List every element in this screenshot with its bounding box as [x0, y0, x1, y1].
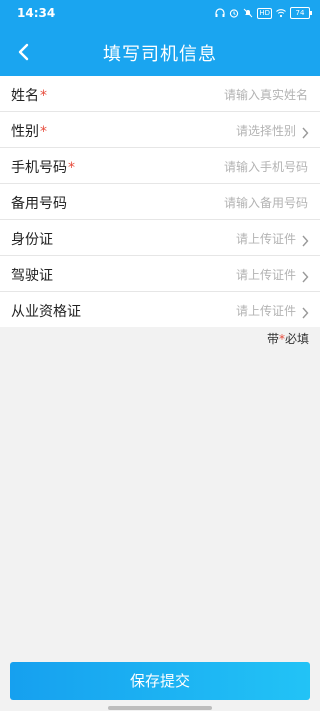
driver-license-upload[interactable]: 请上传证件 [236, 266, 296, 283]
field-label: 身份证 [11, 229, 53, 249]
chevron-right-icon [301, 268, 309, 283]
wifi-icon [276, 8, 286, 18]
label-text: 姓名 [11, 88, 39, 104]
label-text: 身份证 [11, 232, 53, 248]
alarm-icon [229, 8, 239, 18]
form-row-driver-license[interactable]: 驾驶证 请上传证件 [0, 256, 320, 292]
field-label: 驾驶证 [11, 265, 53, 285]
field-label: 备用号码 [11, 193, 67, 213]
field-label: 从业资格证 [11, 301, 81, 321]
form-row-phone[interactable]: 手机号码* 请输入手机号码 [0, 148, 320, 184]
save-submit-button[interactable]: 保存提交 [10, 662, 310, 700]
backup-phone-input[interactable]: 请输入备用号码 [224, 194, 308, 211]
id-card-upload[interactable]: 请上传证件 [236, 230, 296, 247]
note-prefix: 带 [266, 332, 279, 346]
required-mark: * [68, 160, 75, 176]
qualification-upload[interactable]: 请上传证件 [236, 302, 296, 319]
required-mark: * [40, 124, 47, 140]
battery-indicator: 74 [290, 7, 312, 19]
mute-icon [243, 8, 253, 18]
form-row-name[interactable]: 姓名* 请输入真实姓名 [0, 76, 320, 112]
status-time: 14:34 [17, 6, 56, 20]
required-mark: * [40, 88, 47, 104]
headphones-icon [215, 8, 225, 18]
form-row-id-card[interactable]: 身份证 请上传证件 [0, 220, 320, 256]
label-text: 性别 [11, 124, 39, 140]
label-text: 从业资格证 [11, 304, 81, 320]
field-label: 手机号码* [11, 157, 75, 177]
driver-info-form: 姓名* 请输入真实姓名 性别* 请选择性别 手机号码* 请输入手机号码 备用号码… [0, 76, 320, 327]
form-row-gender[interactable]: 性别* 请选择性别 [0, 112, 320, 148]
hd-badge: HD [257, 7, 272, 19]
chevron-right-icon [301, 304, 309, 319]
status-bar: 14:34 HD 74 [0, 0, 320, 28]
phone-input[interactable]: 请输入手机号码 [224, 158, 308, 175]
field-label: 姓名* [11, 85, 47, 105]
chevron-right-icon [301, 232, 309, 247]
chevron-right-icon [301, 124, 309, 139]
note-suffix: 必填 [284, 332, 309, 346]
label-text: 驾驶证 [11, 268, 53, 284]
form-row-qualification[interactable]: 从业资格证 请上传证件 [0, 292, 320, 327]
label-text: 备用号码 [11, 196, 67, 212]
page-title: 填写司机信息 [103, 44, 217, 65]
form-row-backup-phone[interactable]: 备用号码 请输入备用号码 [0, 184, 320, 220]
app-header: 填写司机信息 [0, 28, 320, 76]
name-input[interactable]: 请输入真实姓名 [224, 86, 308, 103]
home-indicator[interactable] [108, 706, 212, 710]
field-label: 性别* [11, 121, 47, 141]
label-text: 手机号码 [11, 160, 67, 176]
gender-select[interactable]: 请选择性别 [236, 122, 296, 139]
status-icons: HD 74 [215, 7, 312, 19]
required-note: 带*必填 [267, 330, 309, 347]
